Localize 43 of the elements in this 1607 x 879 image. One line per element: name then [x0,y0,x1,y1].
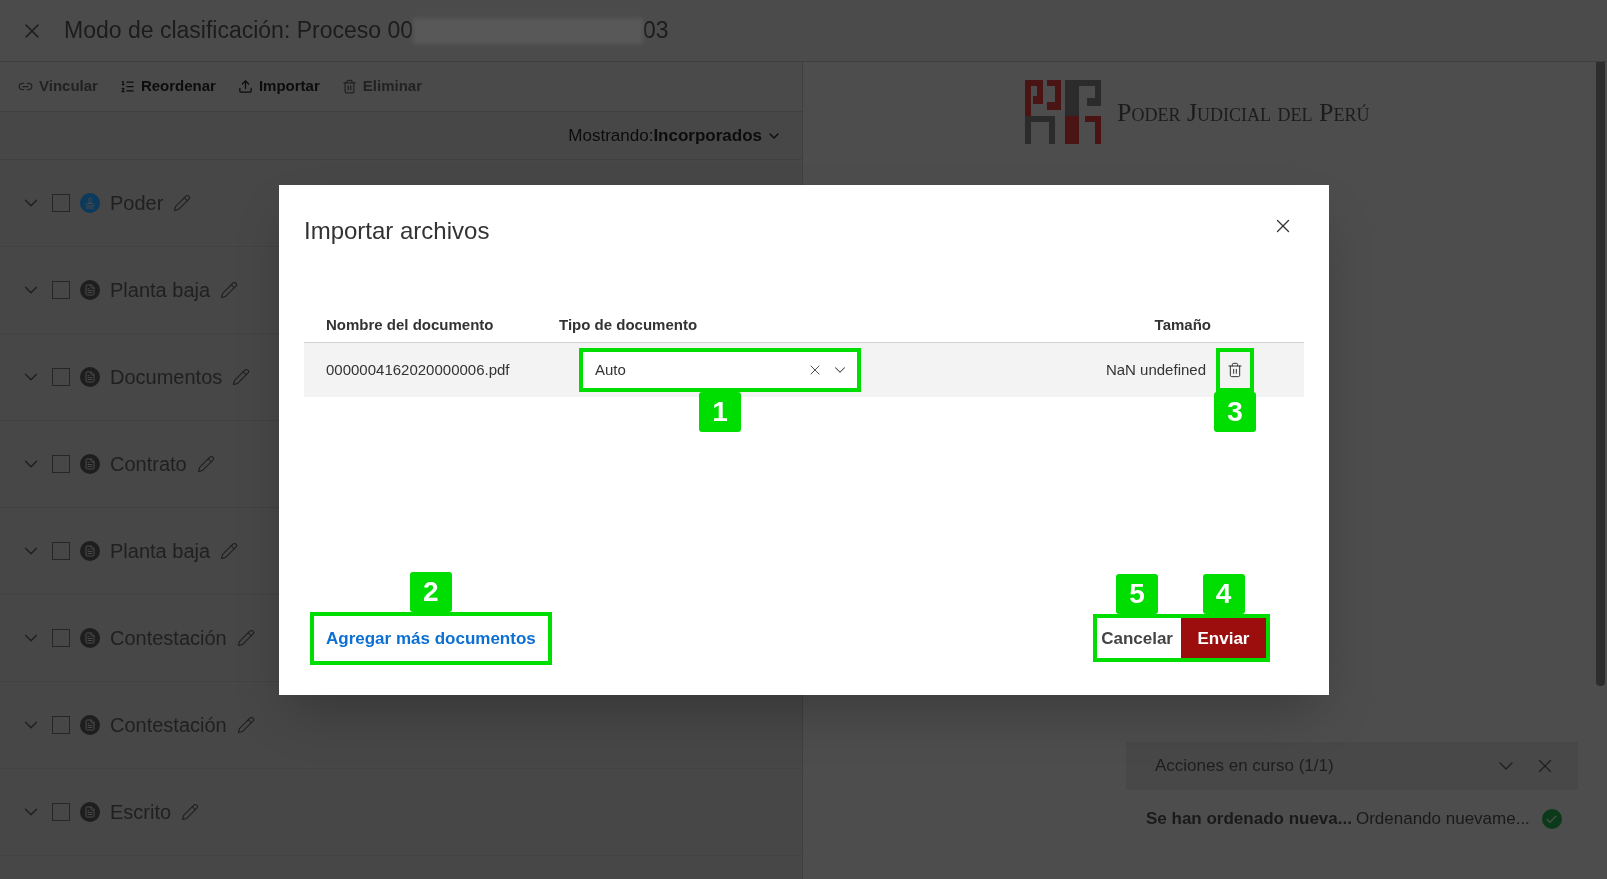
pencil-icon[interactable] [220,281,239,299]
stamp-icon [80,193,100,213]
table-cell-text: NaN undefined [1104,359,1207,380]
document-icon [80,367,100,387]
pencil-icon[interactable] [173,194,192,212]
checkbox[interactable] [52,542,70,560]
toolbar-button[interactable]: Importar [237,75,320,98]
toolbar-button[interactable]: Reordenar [119,75,216,98]
pencil-icon[interactable] [181,803,200,821]
toolbar-icon [119,79,135,94]
document-icon [80,715,100,735]
column-header: Tipo de documento [559,315,699,336]
checkbox[interactable] [52,716,70,734]
logo-icon [1025,80,1101,144]
pencil-icon[interactable] [232,368,251,386]
document-icon [80,628,100,648]
pencil-icon[interactable] [196,455,215,473]
checkbox[interactable] [52,368,70,386]
trash-icon [1227,362,1243,378]
checkbox[interactable] [52,629,70,647]
callout-number: 4 [1202,574,1245,615]
toolbar-icon [237,79,253,94]
pencil-icon[interactable] [236,629,255,647]
checkbox[interactable] [52,194,70,212]
table-cell-text: 0000004162020000006.pdf [325,359,511,380]
callout-number: 5 [1116,574,1159,615]
callout-number: 2 [409,571,452,612]
callout-number: 1 [699,392,741,432]
checkbox[interactable] [52,455,70,473]
document-icon [80,802,100,822]
checkbox[interactable] [52,281,70,299]
document-icon [80,454,100,474]
toolbar-icon [341,79,357,94]
callout-number: 3 [1214,392,1256,432]
column-header: Nombre del documento [325,315,495,336]
filter-dropdown[interactable]: Mostrando:Incorporados [568,122,782,149]
document-icon [80,280,100,300]
checkbox[interactable] [52,803,70,821]
column-header: Tamaño [1154,315,1212,336]
pencil-icon[interactable] [220,542,239,560]
document-icon [80,541,100,561]
pencil-icon[interactable] [236,716,255,734]
dialog-title: Importar archivos [304,216,490,246]
